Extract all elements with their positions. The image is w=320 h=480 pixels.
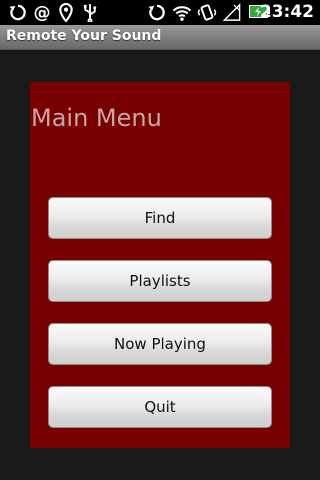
quit-button[interactable]: Quit: [48, 386, 272, 428]
sync-icon: [8, 3, 28, 22]
app-title: Remote Your Sound: [6, 28, 162, 44]
playlists-button[interactable]: Playlists: [48, 260, 272, 302]
signal-icon: [222, 3, 242, 22]
find-button[interactable]: Find: [48, 197, 272, 239]
status-clock: 23:42: [259, 2, 314, 22]
svg-text:@: @: [33, 3, 50, 22]
location-icon: [56, 3, 76, 22]
at-icon: @: [32, 3, 52, 22]
main-menu-panel: Main Menu Find Playlists Now Playing Qui…: [30, 82, 290, 448]
app-title-bar: Remote Your Sound: [0, 25, 320, 50]
wifi-icon: [172, 3, 192, 22]
usb-icon: [80, 3, 100, 22]
status-icons-left: @: [8, 3, 100, 22]
status-bar: @ 23:42: [0, 0, 320, 25]
sync-icon: [147, 3, 167, 22]
main-menu-heading: Main Menu: [31, 104, 162, 132]
status-icons-right: [147, 3, 242, 22]
vibrate-icon: [197, 3, 217, 22]
now-playing-button[interactable]: Now Playing: [48, 323, 272, 365]
